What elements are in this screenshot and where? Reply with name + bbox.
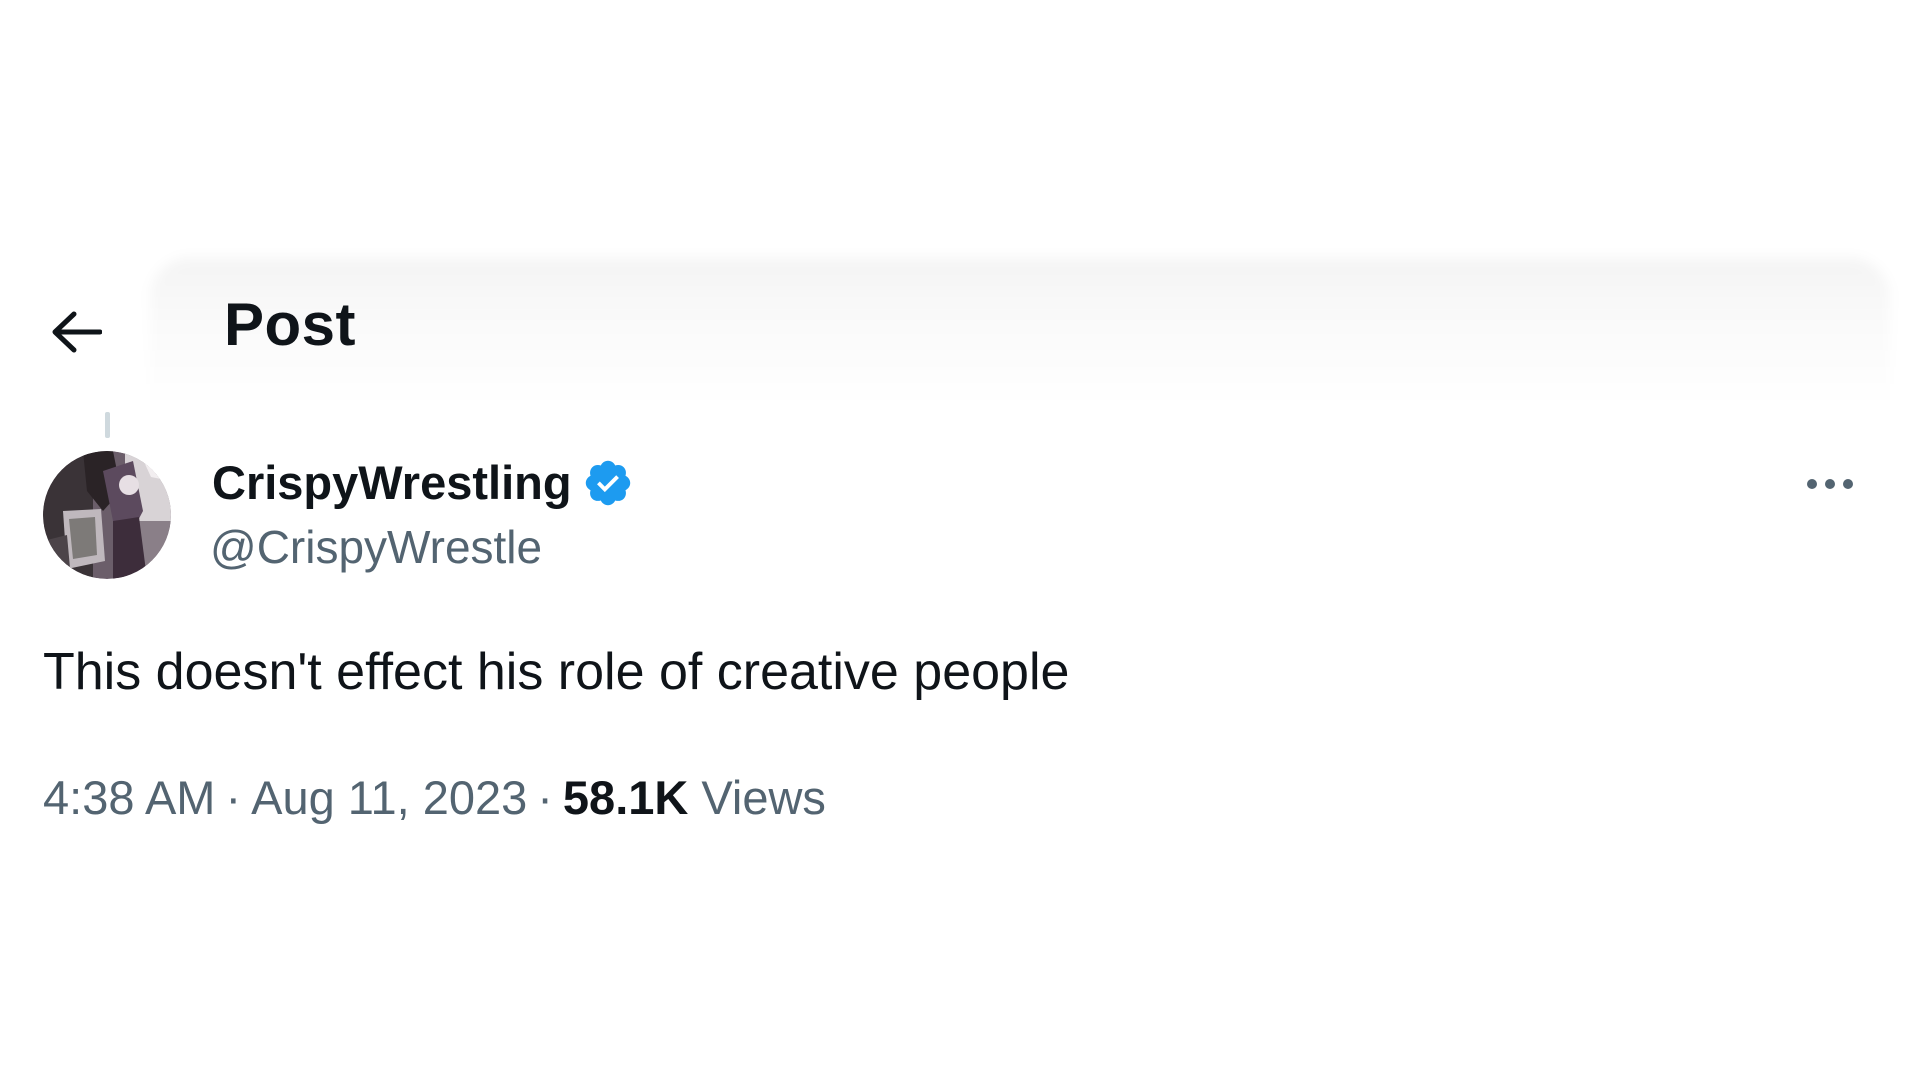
back-button[interactable] [44,300,108,364]
more-horizontal-icon [1807,479,1853,489]
page-header: Post [0,280,1920,370]
post-time[interactable]: 4:38 AM [43,771,215,824]
page-title: Post [224,291,357,358]
author-handle[interactable]: @CrispyWrestle [210,520,542,574]
views-label: Views [701,771,826,824]
views-count: 58.1K [562,771,689,824]
post-date[interactable]: Aug 11, 2023 [251,771,527,824]
meta-separator: · [537,771,553,824]
avatar[interactable] [43,451,171,579]
author-display-name[interactable]: CrispyWrestling [212,455,572,510]
profile-photo [43,451,171,579]
post-meta: 4:38 AM · Aug 11, 2023 · 58.1K Views [43,770,826,825]
verified-badge-icon [585,460,630,506]
post-page: Post CrispyWrestling @CrispyWrestle This… [0,0,1920,1080]
meta-separator: · [225,771,242,824]
post-text: This doesn't effect his role of creative… [43,643,1070,701]
arrow-left-icon [52,311,102,353]
more-options-button[interactable] [1798,462,1862,506]
thread-connector-line [105,412,110,438]
